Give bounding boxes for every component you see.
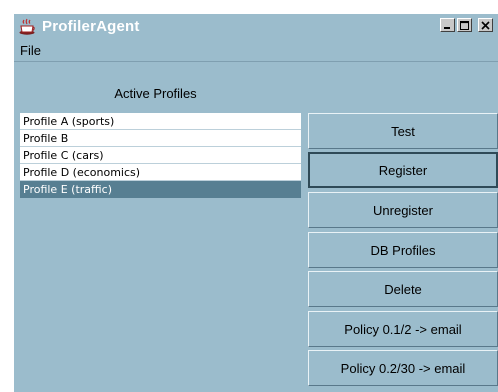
active-profiles-heading: Active Profiles: [114, 86, 197, 101]
list-item-profile-b[interactable]: Profile B: [20, 130, 301, 147]
close-icon: [481, 20, 490, 30]
profiles-list[interactable]: Profile A (sports) Profile B Profile C (…: [20, 113, 301, 385]
unregister-button[interactable]: Unregister: [308, 192, 498, 228]
test-button[interactable]: Test: [308, 113, 498, 149]
db-profiles-button[interactable]: DB Profiles: [308, 232, 498, 268]
window-title: ProfilerAgent: [42, 18, 140, 35]
close-button[interactable]: [478, 18, 493, 32]
list-item-profile-e[interactable]: Profile E (traffic): [20, 181, 301, 198]
menu-bar: File: [14, 41, 498, 62]
profiler-agent-window: ProfilerAgent File Active Profiles Profi…: [14, 14, 498, 392]
list-item-profile-a[interactable]: Profile A (sports): [20, 113, 301, 130]
maximize-icon: [460, 20, 469, 30]
title-bar[interactable]: ProfilerAgent: [14, 14, 498, 41]
register-button[interactable]: Register: [308, 152, 498, 188]
menu-file[interactable]: File: [20, 43, 41, 58]
list-item-profile-d[interactable]: Profile D (economics): [20, 164, 301, 181]
delete-button[interactable]: Delete: [308, 271, 498, 307]
policy-email-button-2[interactable]: Policy 0.2/30 -> email: [308, 350, 498, 386]
java-cup-icon[interactable]: [18, 18, 36, 36]
policy-email-button-1[interactable]: Policy 0.1/2 -> email: [308, 311, 498, 347]
list-item-profile-c[interactable]: Profile C (cars): [20, 147, 301, 164]
minimize-button[interactable]: [440, 18, 455, 32]
maximize-button[interactable]: [457, 18, 472, 32]
minimize-icon: [444, 26, 450, 29]
